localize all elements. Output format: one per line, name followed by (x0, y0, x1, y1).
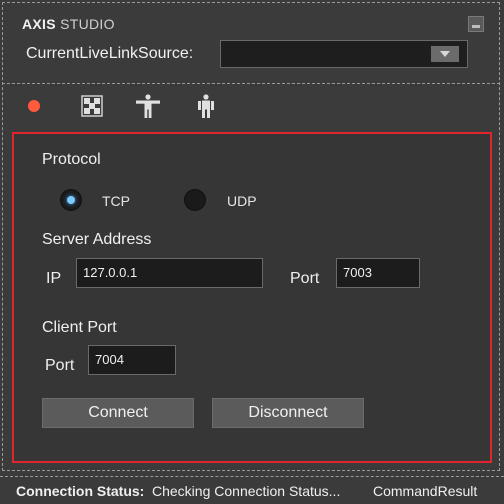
ip-input[interactable]: 127.0.0.1 (76, 258, 263, 288)
live-link-source-select[interactable] (220, 40, 468, 68)
toolbar (2, 86, 500, 126)
client-port-field-label: Port (45, 357, 75, 374)
brand-light: STUDIO (55, 16, 115, 32)
server-address-label: Server Address (42, 231, 152, 248)
client-port-label: Client Port (42, 319, 117, 336)
figure-button[interactable] (194, 94, 218, 118)
standing-figure-icon (198, 94, 214, 118)
t-pose-button[interactable] (134, 94, 162, 118)
disconnect-button[interactable]: Disconnect (212, 398, 364, 428)
protocol-label: Protocol (42, 151, 101, 168)
connection-status-value: Checking Connection Status... (152, 483, 341, 499)
connect-button[interactable]: Connect (42, 398, 194, 428)
client-port-input[interactable]: 7004 (88, 345, 176, 375)
skeleton-grid-button[interactable] (80, 94, 104, 118)
skeleton-grid-icon (81, 95, 103, 117)
connection-settings-panel: Protocol TCP UDP Server Address IP 127.0… (12, 132, 492, 463)
record-button[interactable] (22, 94, 46, 118)
record-dot-icon (28, 100, 40, 112)
udp-radio[interactable] (184, 189, 206, 211)
command-result: CommandResult (373, 483, 478, 499)
live-link-source-label: CurrentLiveLinkSource: (26, 45, 194, 62)
minimize-icon[interactable] (468, 16, 484, 32)
udp-label: UDP (227, 193, 257, 209)
chevron-down-icon[interactable] (431, 46, 459, 62)
tcp-radio[interactable] (60, 189, 82, 211)
tcp-label: TCP (102, 193, 130, 209)
brand-bold: AXIS (22, 16, 56, 32)
server-port-label: Port (290, 270, 320, 287)
header-divider (2, 83, 500, 84)
ip-label: IP (46, 270, 62, 287)
connection-status-key: Connection Status: (16, 483, 145, 499)
status-bar: Connection Status: Checking Connection S… (0, 476, 504, 504)
t-pose-icon (136, 94, 160, 118)
app-logo: AXIS STUDIO (22, 16, 115, 32)
header: AXIS STUDIO CurrentLiveLinkSource: (2, 2, 500, 84)
server-port-input[interactable]: 7003 (336, 258, 420, 288)
